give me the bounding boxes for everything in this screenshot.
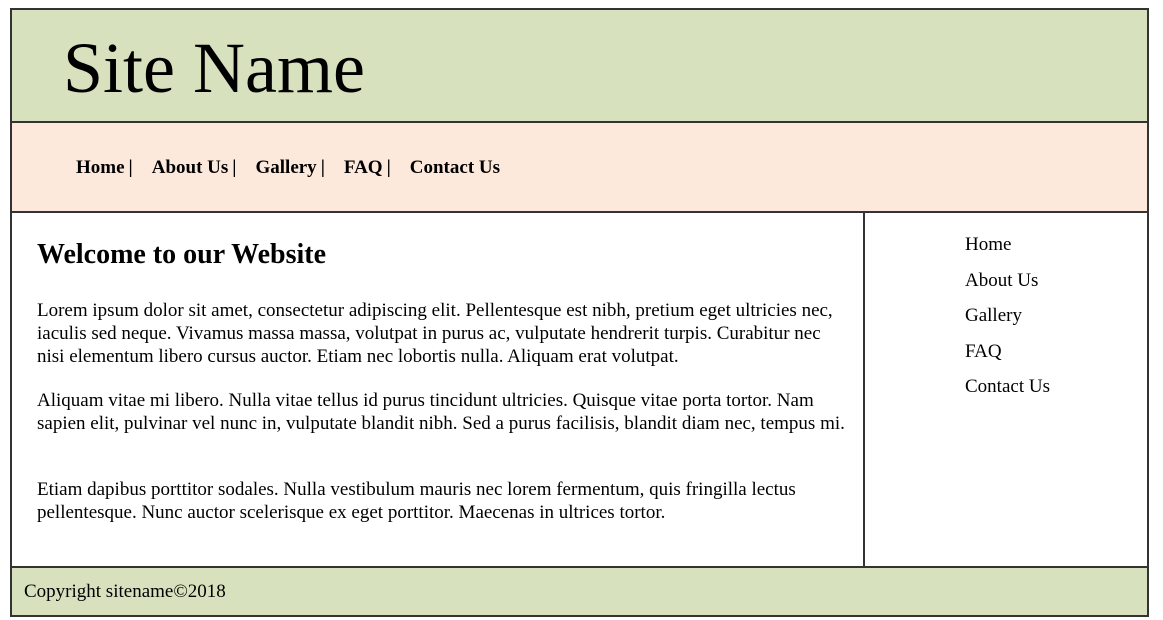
sidebar-nav-list: Home About Us Gallery FAQ Contact Us (965, 233, 1050, 411)
content-paragraph: Aliquam vitae mi libero. Nulla vitae tel… (37, 390, 845, 434)
sidebar-link-gallery[interactable]: Gallery (965, 305, 1022, 326)
sidebar-link-faq[interactable]: FAQ (965, 341, 1002, 362)
sidebar: Home About Us Gallery FAQ Contact Us (865, 213, 1147, 566)
sidebar-link-about[interactable]: About Us (965, 270, 1038, 291)
top-nav-link-contact[interactable]: Contact Us (410, 157, 500, 178)
nav-separator: | (320, 157, 325, 178)
site-header: Site Name (12, 10, 1147, 123)
top-nav-link-faq[interactable]: FAQ (344, 157, 383, 178)
top-nav-list: Home | About Us | Gallery | FAQ | Contact Us (76, 157, 500, 179)
sidebar-item-faq: FAQ (965, 340, 1050, 363)
content-paragraph: Etiam dapibus porttitor sodales. Nulla v… (37, 479, 796, 523)
top-nav-link-about[interactable]: About Us (152, 157, 229, 178)
top-navigation: Home | About Us | Gallery | FAQ | Contact Us (12, 123, 1147, 213)
top-nav-item-contact: Contact Us (410, 157, 500, 179)
sidebar-item-contact: Contact Us (965, 375, 1050, 398)
sidebar-link-home[interactable]: Home (965, 234, 1011, 255)
copyright-text: Copyright sitename©2018 (24, 581, 226, 602)
page-heading: Welcome to our Website (37, 239, 327, 270)
sidebar-link-contact[interactable]: Contact Us (965, 376, 1050, 397)
nav-separator: | (386, 157, 391, 178)
content-paragraph: Lorem ipsum dolor sit amet, consectetur … (37, 300, 833, 367)
nav-separator: | (128, 157, 133, 178)
top-nav-item-home: Home | (76, 157, 152, 179)
top-nav-item-gallery: Gallery | (255, 157, 343, 179)
nav-separator: | (232, 157, 237, 178)
top-nav-item-faq: FAQ | (344, 157, 410, 179)
top-nav-link-gallery[interactable]: Gallery (255, 157, 316, 178)
main-content: Welcome to our Website Lorem ipsum dolor… (12, 213, 865, 566)
sidebar-item-home: Home (965, 233, 1050, 256)
page-frame: Site Name Home | About Us | Gallery | FAQ | … (10, 8, 1149, 617)
sidebar-item-gallery: Gallery (965, 304, 1050, 327)
top-nav-item-about: About Us | (152, 157, 256, 179)
sidebar-item-about: About Us (965, 269, 1050, 292)
site-name-title: Site Name (63, 28, 365, 108)
top-nav-link-home[interactable]: Home (76, 157, 125, 178)
site-footer: Copyright sitename©2018 (12, 566, 1147, 615)
